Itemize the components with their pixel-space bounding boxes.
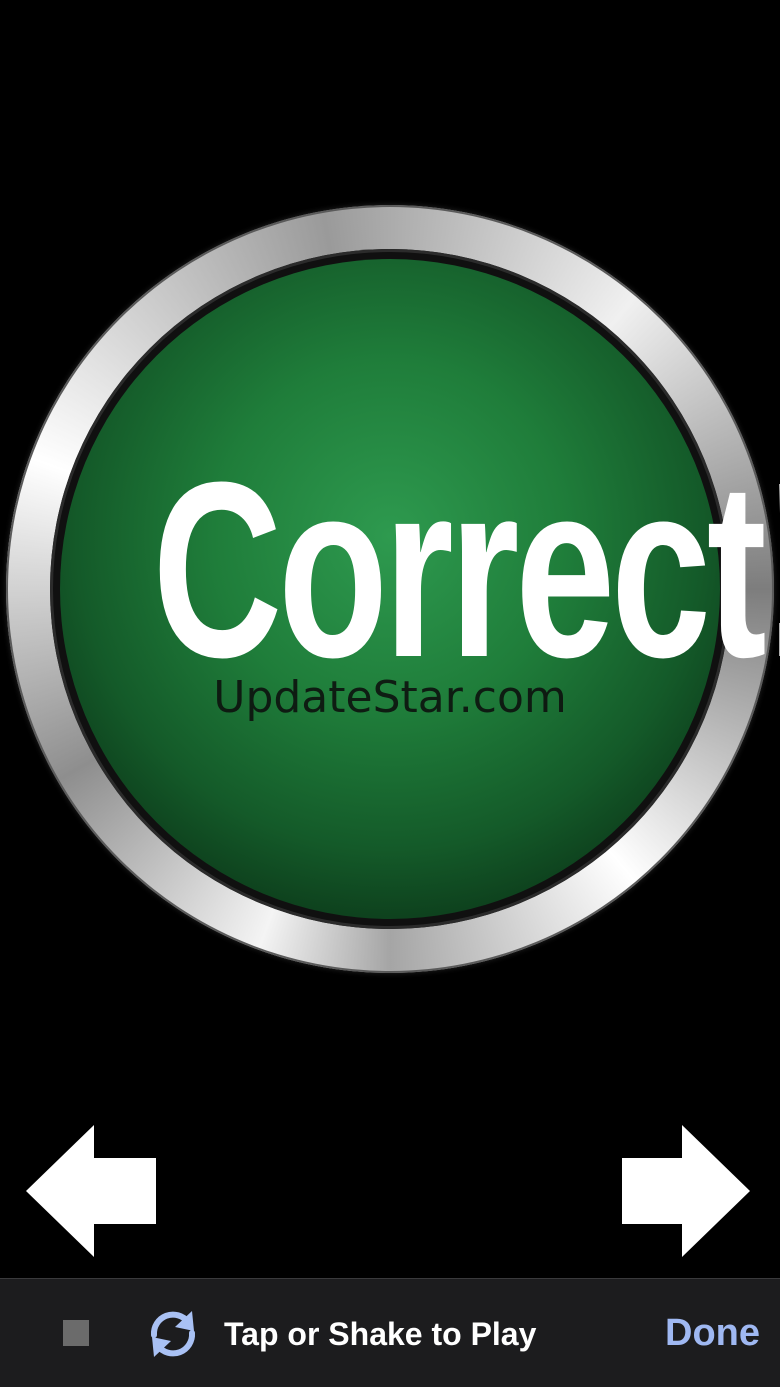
correct-sound-button[interactable]: Correct! xyxy=(6,205,780,973)
done-button[interactable]: Done xyxy=(665,1307,760,1359)
watermark-text: UpdateStar.com xyxy=(213,672,567,723)
button-label: Correct! xyxy=(152,430,780,709)
bottom-toolbar: Tap or Shake to Play Done xyxy=(0,1278,780,1387)
stop-icon xyxy=(63,1320,89,1346)
stop-button[interactable] xyxy=(52,1309,100,1357)
next-button[interactable] xyxy=(620,1125,752,1257)
sound-stage: Correct! UpdateStar.com xyxy=(0,0,780,1278)
refresh-button[interactable] xyxy=(144,1305,202,1363)
button-ring: Correct! xyxy=(50,249,780,929)
arrow-left-icon xyxy=(26,1125,156,1257)
refresh-icon xyxy=(150,1311,196,1357)
previous-button[interactable] xyxy=(24,1125,156,1257)
button-face: Correct! xyxy=(60,259,780,919)
arrow-right-icon xyxy=(622,1125,750,1257)
play-instruction-label[interactable]: Tap or Shake to Play xyxy=(224,1309,536,1359)
